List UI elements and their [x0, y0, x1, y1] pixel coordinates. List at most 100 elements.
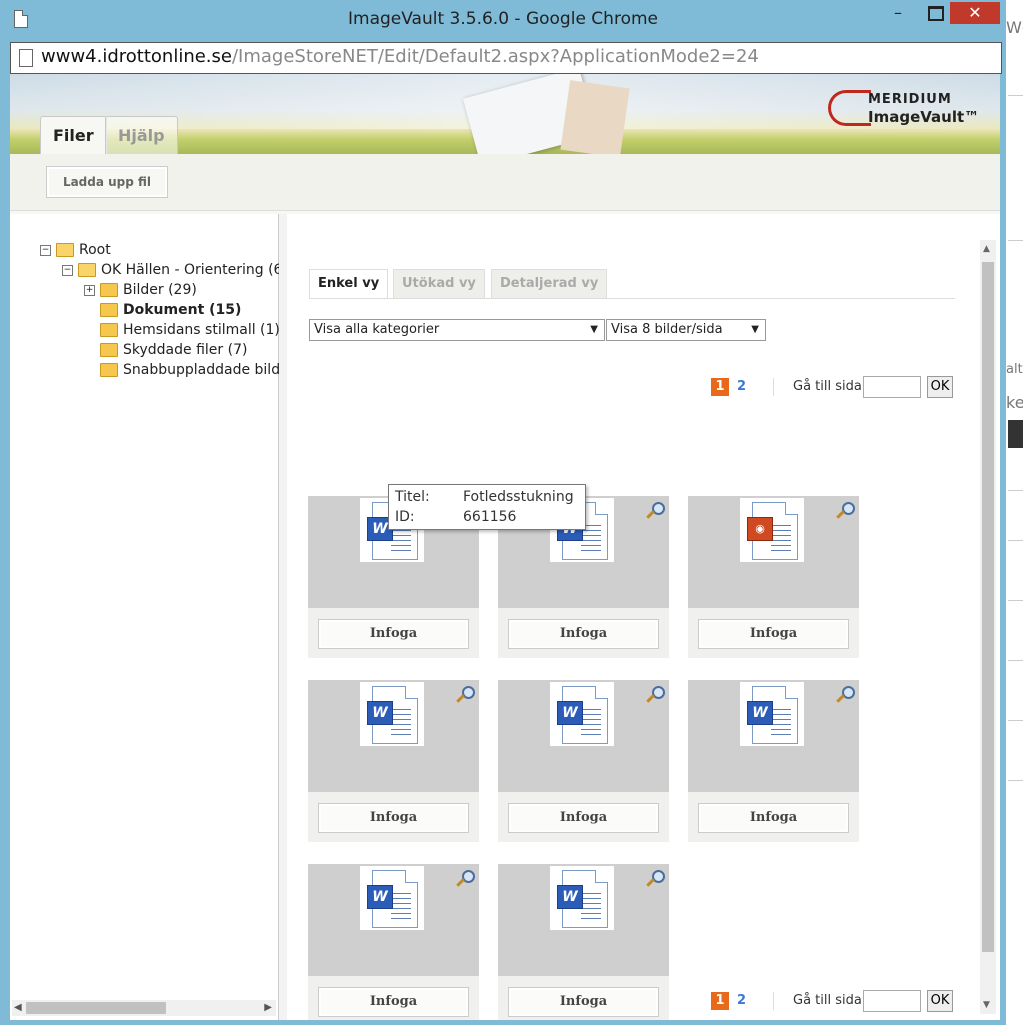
insert-button[interactable]: Infoga — [508, 619, 659, 649]
card-footer: Infoga — [498, 976, 669, 1020]
scrollbar-thumb[interactable] — [26, 1002, 166, 1014]
goto-page-ok-button[interactable]: OK — [927, 990, 953, 1012]
insert-button[interactable]: Infoga — [318, 803, 469, 833]
tab-detaljerad-vy[interactable]: Detaljerad vy — [491, 269, 608, 298]
tree-item-snabbuppladdade[interactable]: Snabbuppladdade bilder — [100, 362, 294, 380]
pager-bottom: 1 2 Gå till sida OK — [711, 990, 953, 1012]
file-thumbnail[interactable]: W — [308, 680, 479, 792]
scroll-left-icon[interactable]: ◀ — [14, 1002, 22, 1013]
goto-page-input[interactable] — [863, 990, 921, 1012]
tree-item-root[interactable]: − Root — [40, 242, 111, 260]
background-line — [1008, 540, 1023, 541]
file-card[interactable]: ◉ Infoga — [688, 496, 859, 658]
insert-button[interactable]: Infoga — [698, 803, 849, 833]
upload-file-button[interactable]: Ladda upp fil — [46, 166, 168, 198]
page-current: 1 — [711, 378, 729, 396]
magnifier-handle — [456, 878, 465, 887]
file-card[interactable]: W Infoga — [308, 864, 479, 1020]
insert-button[interactable]: Infoga — [508, 803, 659, 833]
tree-item-club[interactable]: − OK Hällen - Orientering (65 — [62, 262, 291, 280]
page-link-2[interactable]: 2 — [737, 992, 746, 1010]
tree-label: Bilder (29) — [123, 282, 197, 298]
tab-hjalp[interactable]: Hjälp — [105, 116, 178, 155]
logo-line2: ImageVault™ — [868, 108, 980, 126]
tree-item-hemsidans-stilmall[interactable]: Hemsidans stilmall (1) (6 — [100, 322, 299, 340]
background-line — [1008, 780, 1023, 781]
file-card[interactable]: W Infoga — [688, 680, 859, 842]
insert-button[interactable]: Infoga — [318, 619, 469, 649]
category-select[interactable]: Visa alla kategorier ▼ — [309, 319, 605, 341]
scroll-down-icon[interactable]: ▼ — [983, 1000, 990, 1010]
magnifier-icon[interactable] — [456, 870, 475, 888]
tooltip-title-value: Fotledsstukning — [463, 489, 574, 505]
dropdown-arrow-icon: ▼ — [590, 324, 598, 335]
document-lines — [391, 709, 411, 737]
magnifier-icon[interactable] — [646, 686, 665, 704]
document-page-icon: W — [367, 870, 418, 928]
document-page-icon: W — [557, 686, 608, 744]
banner-photo — [560, 80, 630, 158]
file-thumbnail[interactable]: W — [688, 680, 859, 792]
close-button[interactable]: ✕ — [950, 2, 1000, 24]
document-page-icon: ◉ — [747, 502, 798, 560]
insert-button[interactable]: Infoga — [698, 619, 849, 649]
page-link-2[interactable]: 2 — [737, 378, 746, 396]
word-badge-icon: W — [557, 885, 583, 909]
tree-item-skyddade-filer[interactable]: Skyddade filer (7) — [100, 342, 247, 360]
url-host: www4.idrottonline.se — [41, 46, 232, 67]
url-text: www4.idrottonline.se/ImageStoreNET/Edit/… — [41, 46, 759, 67]
per-page-select-value: Visa 8 bilder/sida — [611, 322, 723, 337]
expand-icon[interactable]: + — [84, 284, 95, 296]
file-card[interactable]: W Infoga — [498, 680, 669, 842]
word-badge-icon: W — [557, 701, 583, 725]
chrome-window: ImageVault 3.5.6.0 - Google Chrome – ✕ w… — [0, 0, 1006, 1025]
tab-enkel-vy[interactable]: Enkel vy — [309, 269, 389, 299]
file-thumbnail[interactable]: W — [308, 864, 479, 976]
magnifier-handle — [646, 878, 655, 887]
tree-item-dokument[interactable]: Dokument (15) — [100, 302, 241, 320]
background-line — [1008, 720, 1023, 721]
scrollbar-thumb[interactable] — [982, 262, 994, 952]
pager-separator — [773, 992, 774, 1010]
file-browser: Enkel vy Utökad vy Detaljerad vy Visa al… — [287, 214, 1000, 1020]
magnifier-icon[interactable] — [836, 502, 855, 520]
file-card[interactable]: W Infoga — [308, 680, 479, 842]
magnifier-icon[interactable] — [456, 686, 475, 704]
scroll-up-icon[interactable]: ▲ — [983, 244, 990, 254]
insert-button[interactable]: Infoga — [508, 987, 659, 1017]
window-title: ImageVault 3.5.6.0 - Google Chrome — [348, 9, 658, 29]
tab-filer[interactable]: Filer — [40, 116, 107, 155]
document-page-icon: W — [557, 870, 608, 928]
file-card[interactable]: W Infoga — [498, 864, 669, 1020]
dropdown-arrow-icon: ▼ — [751, 324, 759, 335]
powerpoint-document-icon: ◉ — [740, 498, 804, 562]
category-select-value: Visa alla kategorier — [314, 322, 440, 337]
magnifier-icon[interactable] — [646, 502, 665, 520]
powerpoint-badge-icon: ◉ — [747, 517, 773, 541]
folder-icon — [100, 363, 118, 377]
per-page-select[interactable]: Visa 8 bilder/sida ▼ — [606, 319, 766, 341]
address-bar[interactable]: www4.idrottonline.se/ImageStoreNET/Edit/… — [10, 42, 1002, 74]
collapse-icon[interactable]: − — [40, 244, 51, 256]
collapse-icon[interactable]: − — [62, 264, 73, 276]
magnifier-handle — [646, 510, 655, 519]
tree-item-bilder[interactable]: + Bilder (29) — [84, 282, 197, 300]
file-thumbnail[interactable]: W — [498, 864, 669, 976]
file-thumbnail[interactable]: W — [498, 680, 669, 792]
tab-utokad-vy[interactable]: Utökad vy — [393, 269, 485, 298]
tree-label: Dokument (15) — [123, 302, 242, 318]
minimize-button[interactable]: – — [878, 2, 918, 24]
magnifier-icon[interactable] — [836, 686, 855, 704]
tree-horizontal-scrollbar[interactable]: ◀ ▶ — [12, 1000, 276, 1016]
goto-page-ok-button[interactable]: OK — [927, 376, 953, 398]
main-vertical-scrollbar[interactable]: ▲ ▼ — [980, 240, 996, 1014]
goto-page-input[interactable] — [863, 376, 921, 398]
magnifier-icon[interactable] — [646, 870, 665, 888]
scroll-right-icon[interactable]: ▶ — [264, 1002, 272, 1013]
url-path: /ImageStoreNET/Edit/Default2.aspx?Applic… — [231, 46, 759, 67]
panel-splitter[interactable] — [279, 214, 287, 1020]
insert-button[interactable]: Infoga — [318, 987, 469, 1017]
file-thumbnail[interactable]: ◉ — [688, 496, 859, 608]
magnifier-handle — [836, 694, 845, 703]
magnifier-handle — [836, 510, 845, 519]
